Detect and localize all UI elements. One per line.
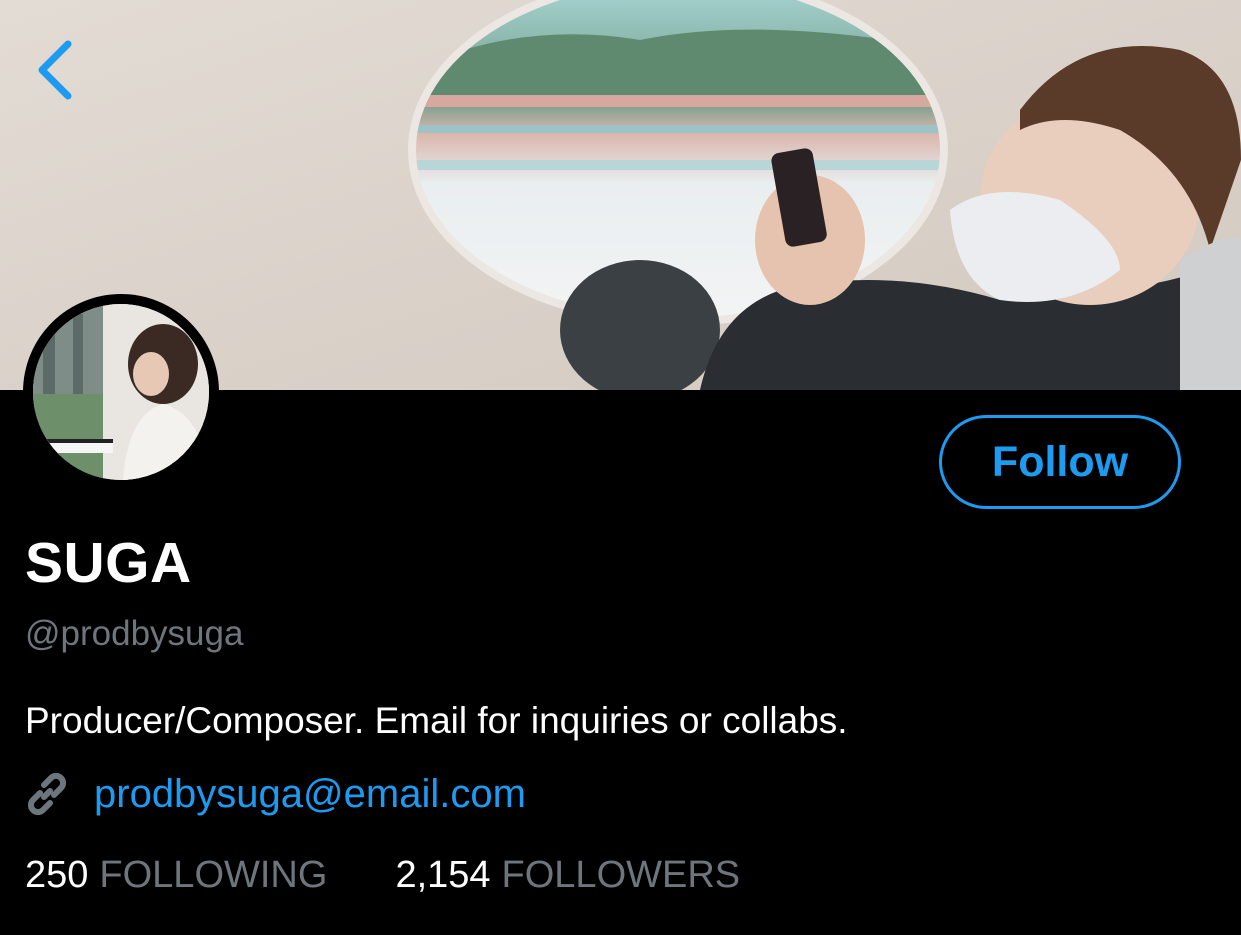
follow-button[interactable]: Follow (939, 415, 1181, 509)
followers-label: FOLLOWERS (501, 854, 741, 896)
profile-page: Follow SUGA @prodbysuga Producer/Compose… (0, 0, 1241, 935)
profile-bio: Producer/Composer. Email for inquiries o… (25, 700, 848, 741)
back-button[interactable] (22, 30, 92, 110)
profile-handle: @prodbysuga (25, 614, 244, 653)
avatar-image (33, 304, 209, 480)
profile-stats: 250 FOLLOWING 2,154 FOLLOWERS (25, 854, 740, 897)
link-icon (22, 769, 72, 819)
followers-stat[interactable]: 2,154 FOLLOWERS (395, 854, 740, 897)
following-stat[interactable]: 250 FOLLOWING (25, 854, 327, 897)
avatar[interactable] (23, 294, 219, 490)
profile-link[interactable]: prodbysuga@email.com (94, 772, 526, 817)
following-count: 250 (25, 854, 89, 896)
following-label: FOLLOWING (99, 854, 328, 896)
profile-link-row: prodbysuga@email.com (22, 766, 526, 822)
chevron-left-icon (38, 40, 72, 100)
display-name: SUGA (25, 531, 192, 595)
followers-count: 2,154 (395, 854, 491, 896)
